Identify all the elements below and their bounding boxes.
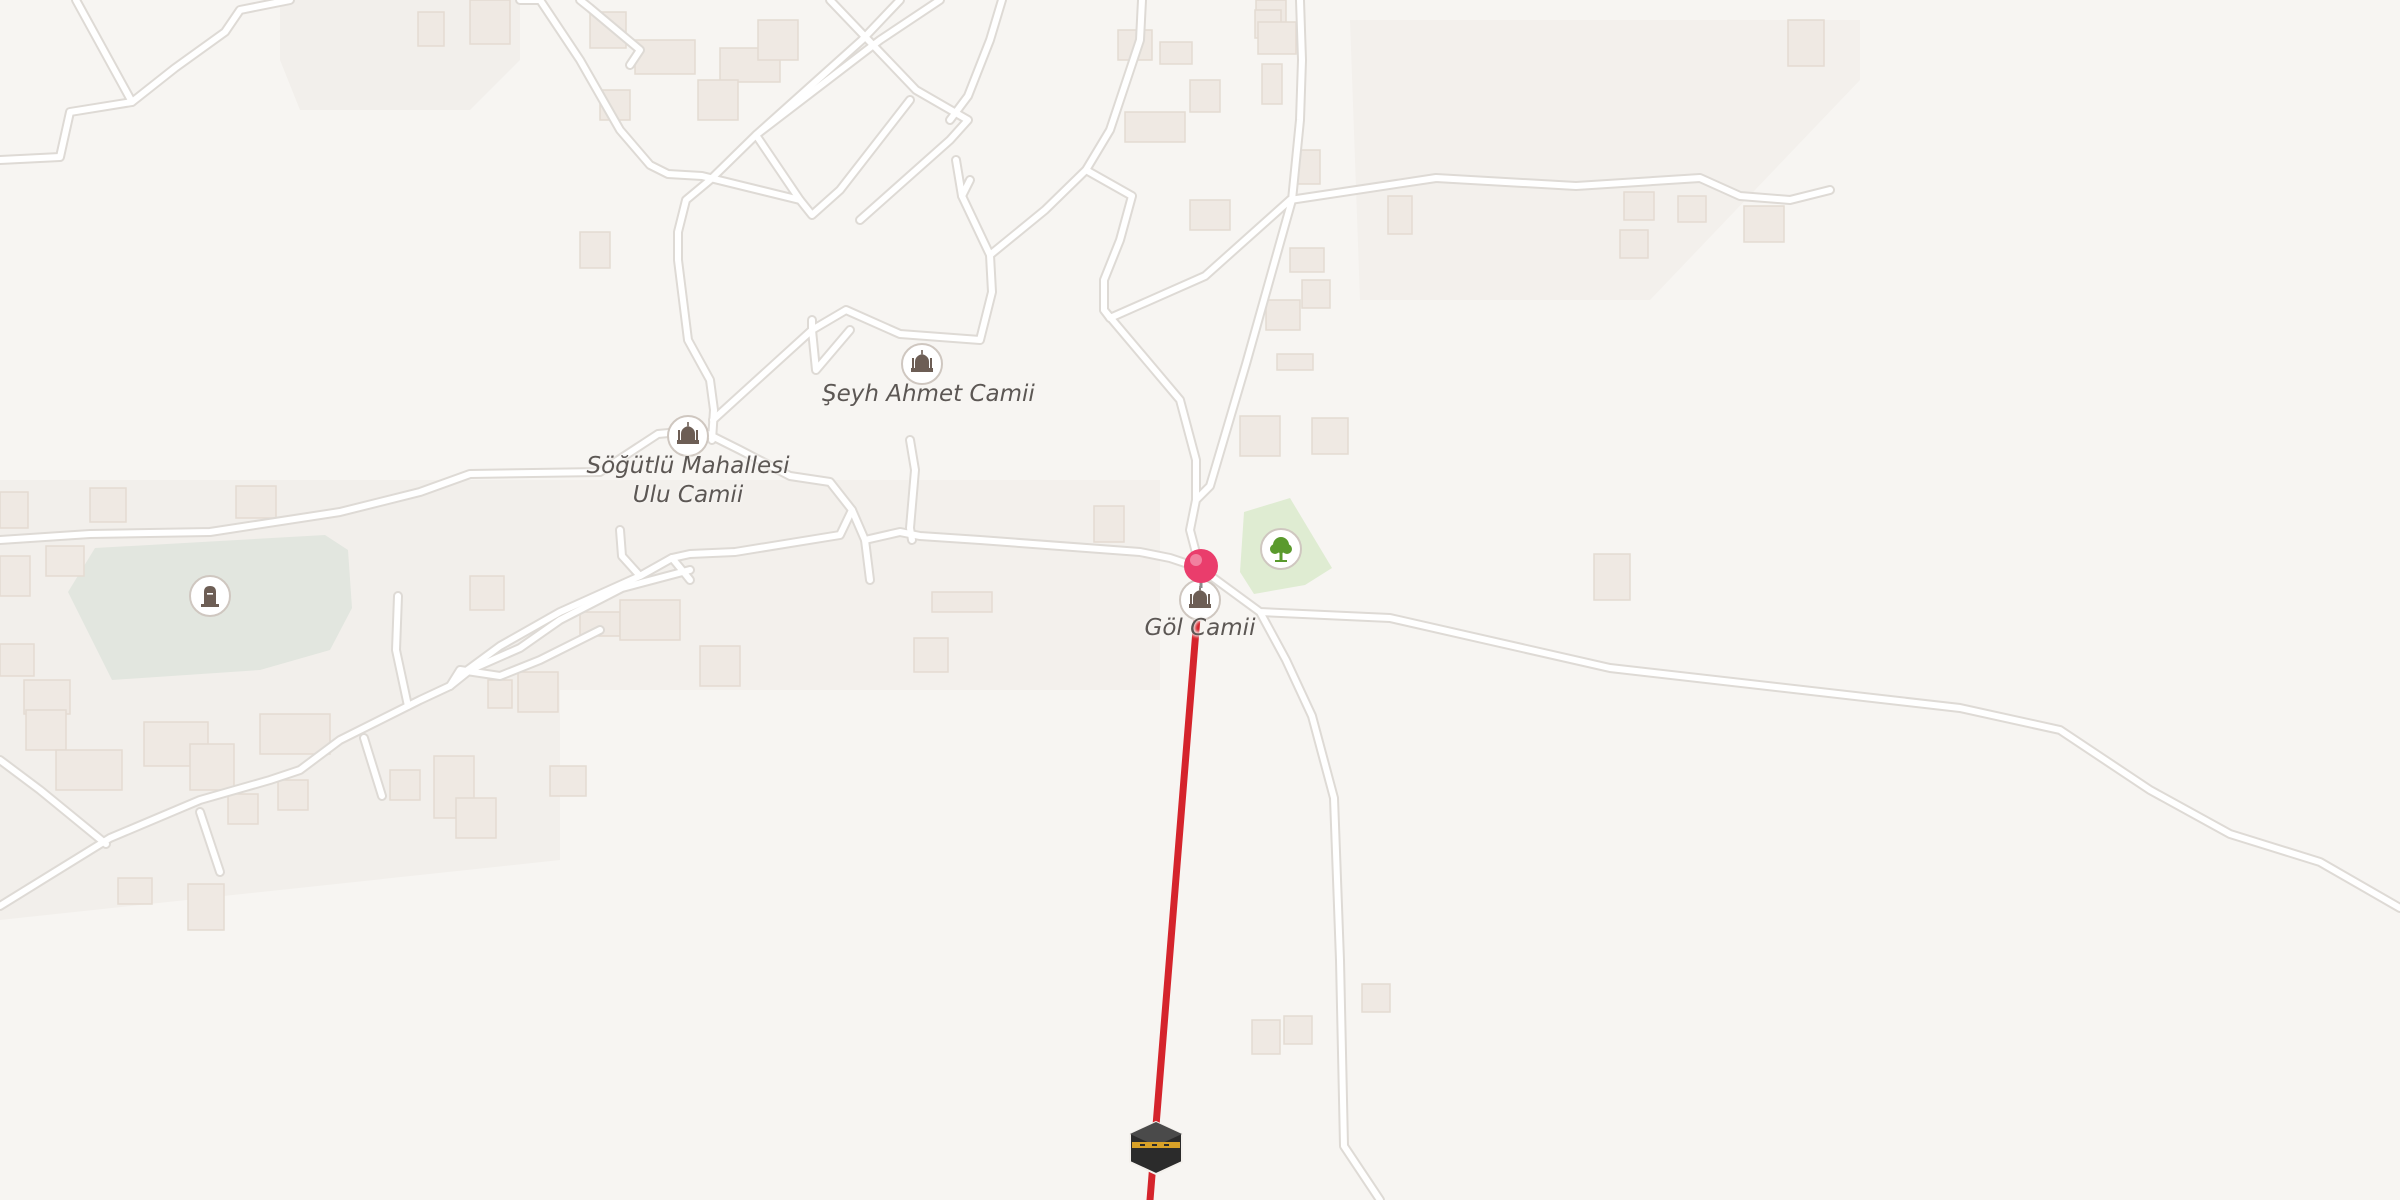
poi-park[interactable] [1260, 528, 1302, 570]
kaaba-icon[interactable] [1129, 1120, 1183, 1176]
poi-label-line: Şeyh Ahmet Camii [822, 381, 1035, 407]
poi-label-gol-camii[interactable]: Göl Camii [1120, 614, 1280, 643]
poi-label-line: Göl Camii [1144, 615, 1256, 641]
poi-sogutlu-ulu-camii[interactable] [667, 415, 709, 457]
poi-label-seyh-ahmet-camii[interactable]: Şeyh Ahmet Camii [822, 380, 1035, 409]
poi-label-line: Ulu Camii [632, 482, 744, 508]
poi-cemetery[interactable] [189, 575, 231, 617]
markers-layer [189, 343, 1302, 1176]
poi-label-line: Söğütlü Mahallesi [586, 453, 790, 479]
map-canvas[interactable]: Şeyh Ahmet Camii Söğütlü Mahallesi Ulu C… [0, 0, 2400, 1200]
poi-label-sogutlu-ulu-camii[interactable]: Söğütlü Mahallesi Ulu Camii [578, 452, 798, 510]
poi-seyh-ahmet-camii[interactable] [901, 343, 943, 385]
